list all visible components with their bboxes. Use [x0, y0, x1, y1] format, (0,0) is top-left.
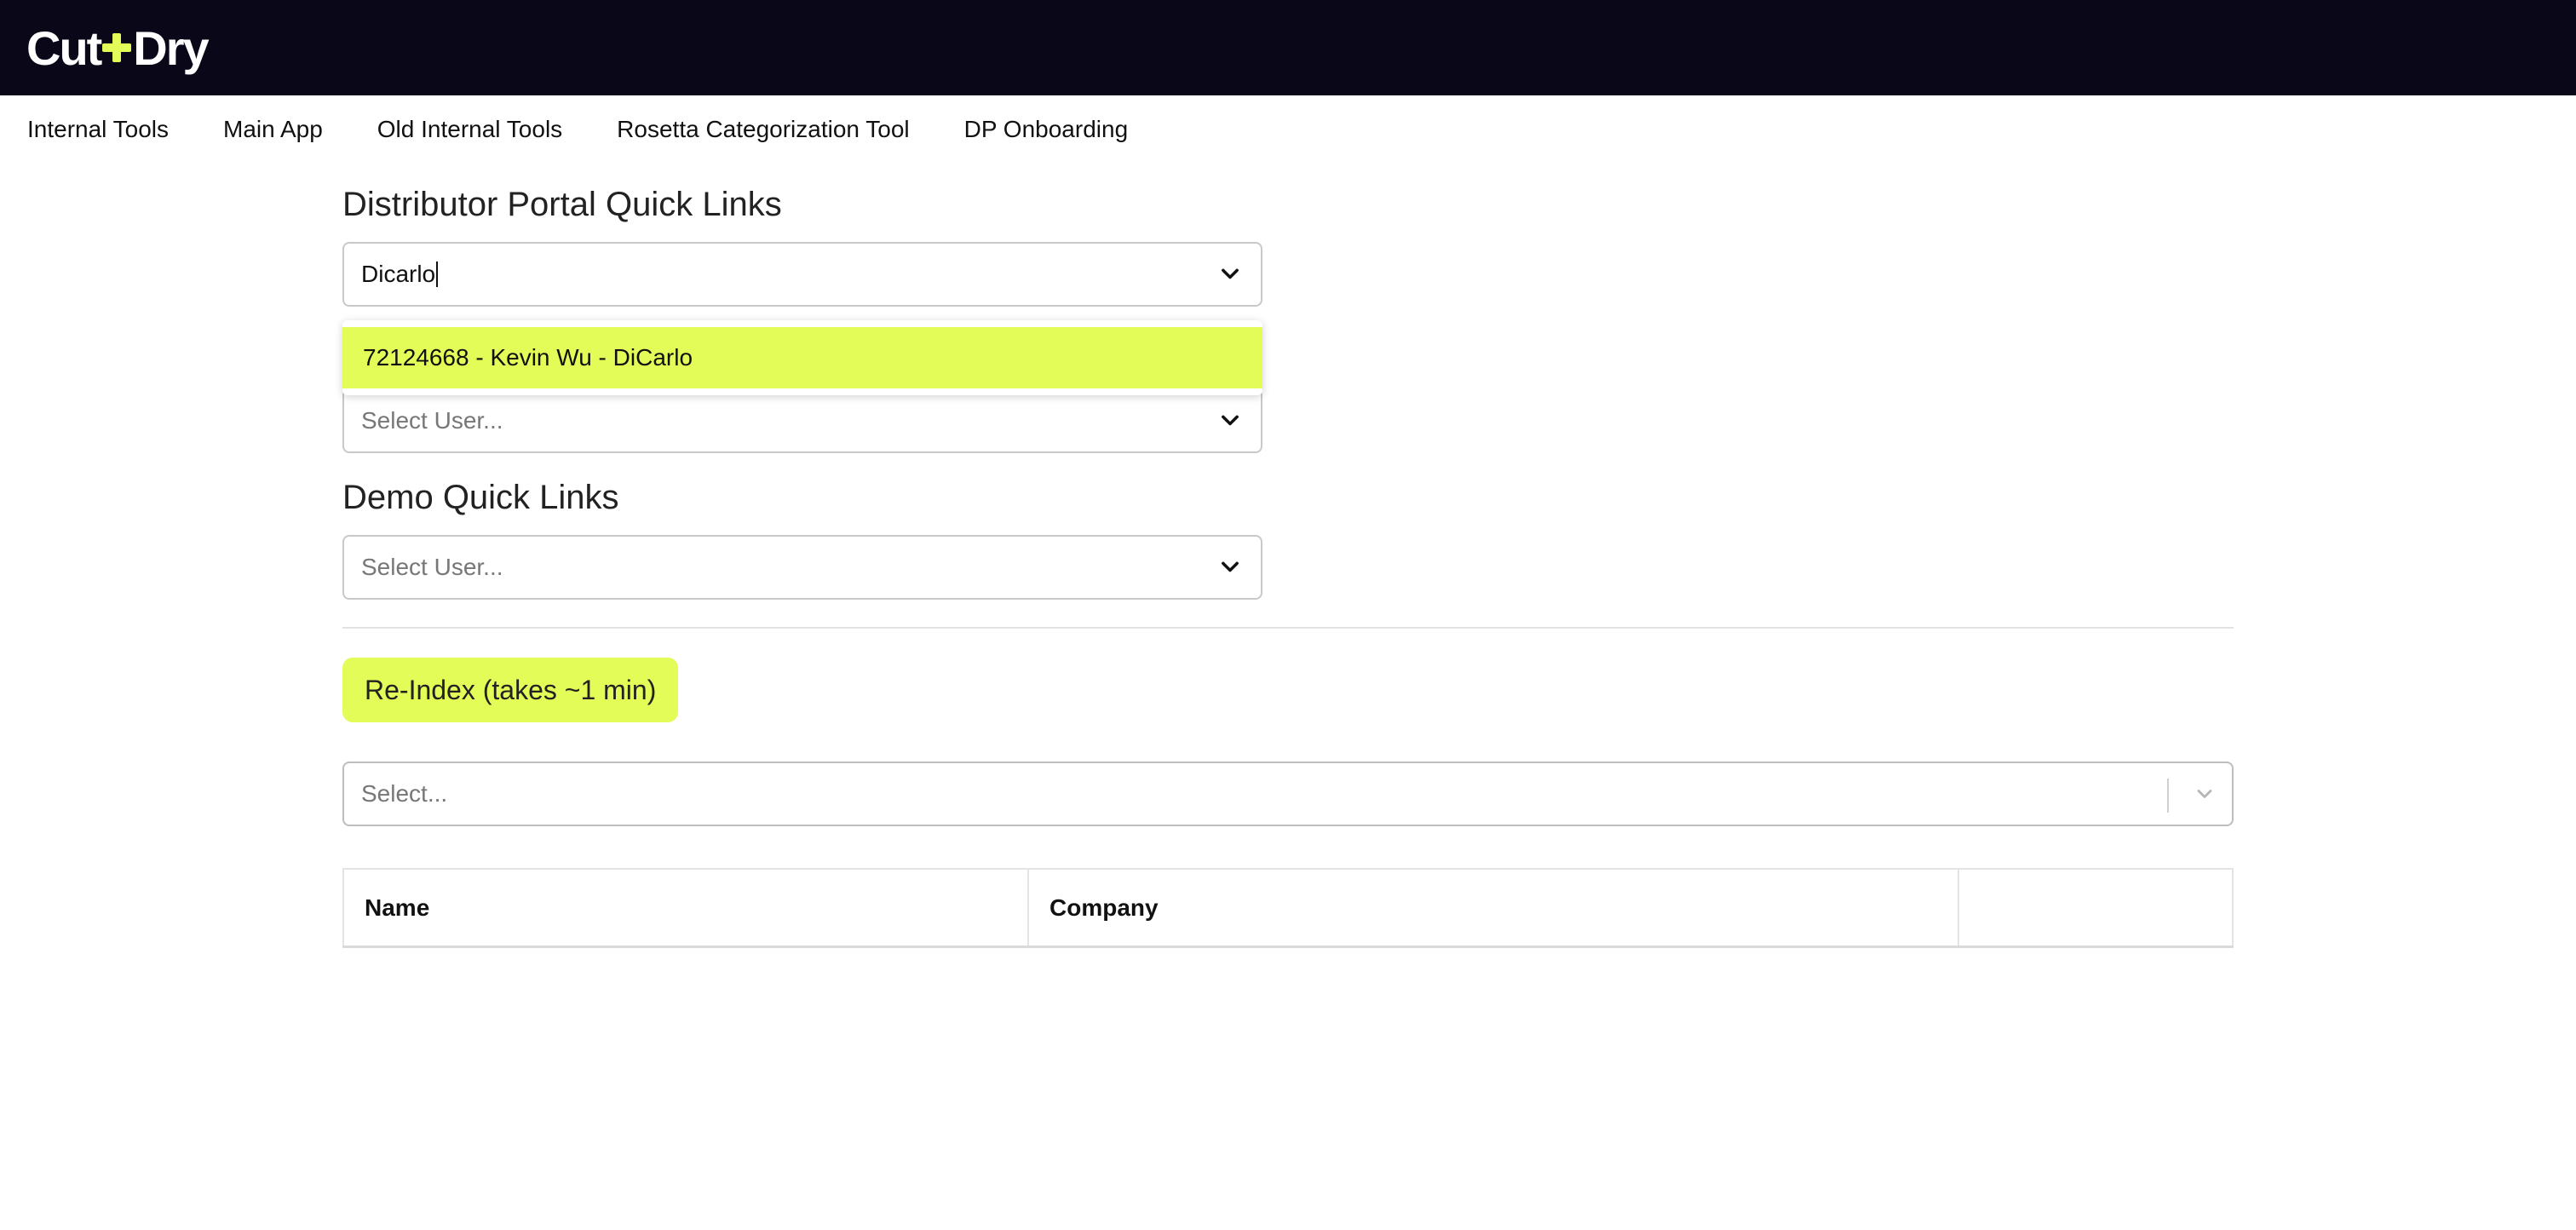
- nav-old-internal-tools[interactable]: Old Internal Tools: [377, 116, 562, 143]
- table-header-row: Name Company: [343, 869, 2233, 947]
- demo-user-select-placeholder: Select User...: [361, 554, 503, 580]
- section-divider: [342, 627, 2234, 629]
- main-nav: Internal Tools Main App Old Internal Too…: [0, 95, 2576, 164]
- cut-dry-logo[interactable]: Cut Dry: [26, 20, 210, 75]
- user-select-placeholder: Select User...: [361, 407, 503, 434]
- select-separator: [2167, 779, 2169, 813]
- nav-internal-tools[interactable]: Internal Tools: [27, 116, 169, 143]
- demo-user-select[interactable]: Select User...: [342, 535, 1262, 600]
- chevron-down-icon[interactable]: [1218, 409, 1242, 433]
- user-select[interactable]: Select User...: [342, 388, 1262, 453]
- reindex-button[interactable]: Re-Index (takes ~1 min): [342, 658, 679, 722]
- column-header-name: Name: [343, 869, 1029, 947]
- distributor-portal-input[interactable]: Dicarlo: [361, 261, 435, 288]
- demo-quick-links-title: Demo Quick Links: [342, 479, 619, 516]
- chevron-down-icon[interactable]: [1218, 262, 1242, 286]
- nav-main-app[interactable]: Main App: [223, 116, 323, 143]
- dropdown-option[interactable]: 72124668 - Kevin Wu - DiCarlo: [342, 327, 1262, 388]
- plus-icon: [102, 33, 132, 62]
- logo-text-left: Cut: [26, 20, 102, 75]
- column-header-company: Company: [1028, 869, 1959, 947]
- nav-dp-onboarding[interactable]: DP Onboarding: [964, 116, 1129, 143]
- distributor-portal-dropdown: 72124668 - Kevin Wu - DiCarlo: [342, 320, 1262, 395]
- distributor-portal-title: Distributor Portal Quick Links: [342, 186, 782, 223]
- text-cursor: [436, 262, 439, 287]
- users-table: Name Company: [342, 868, 2234, 948]
- nav-rosetta-categorization-tool[interactable]: Rosetta Categorization Tool: [617, 116, 909, 143]
- search-select[interactable]: Select...: [342, 762, 2234, 826]
- chevron-down-icon[interactable]: [2193, 782, 2217, 806]
- column-header-actions: [1958, 869, 2233, 947]
- chevron-down-icon[interactable]: [1218, 555, 1242, 579]
- search-select-placeholder: Select...: [361, 780, 448, 807]
- top-bar: Cut Dry: [0, 0, 2576, 95]
- distributor-portal-select[interactable]: Dicarlo: [342, 242, 1262, 307]
- logo-text-right: Dry: [133, 20, 209, 75]
